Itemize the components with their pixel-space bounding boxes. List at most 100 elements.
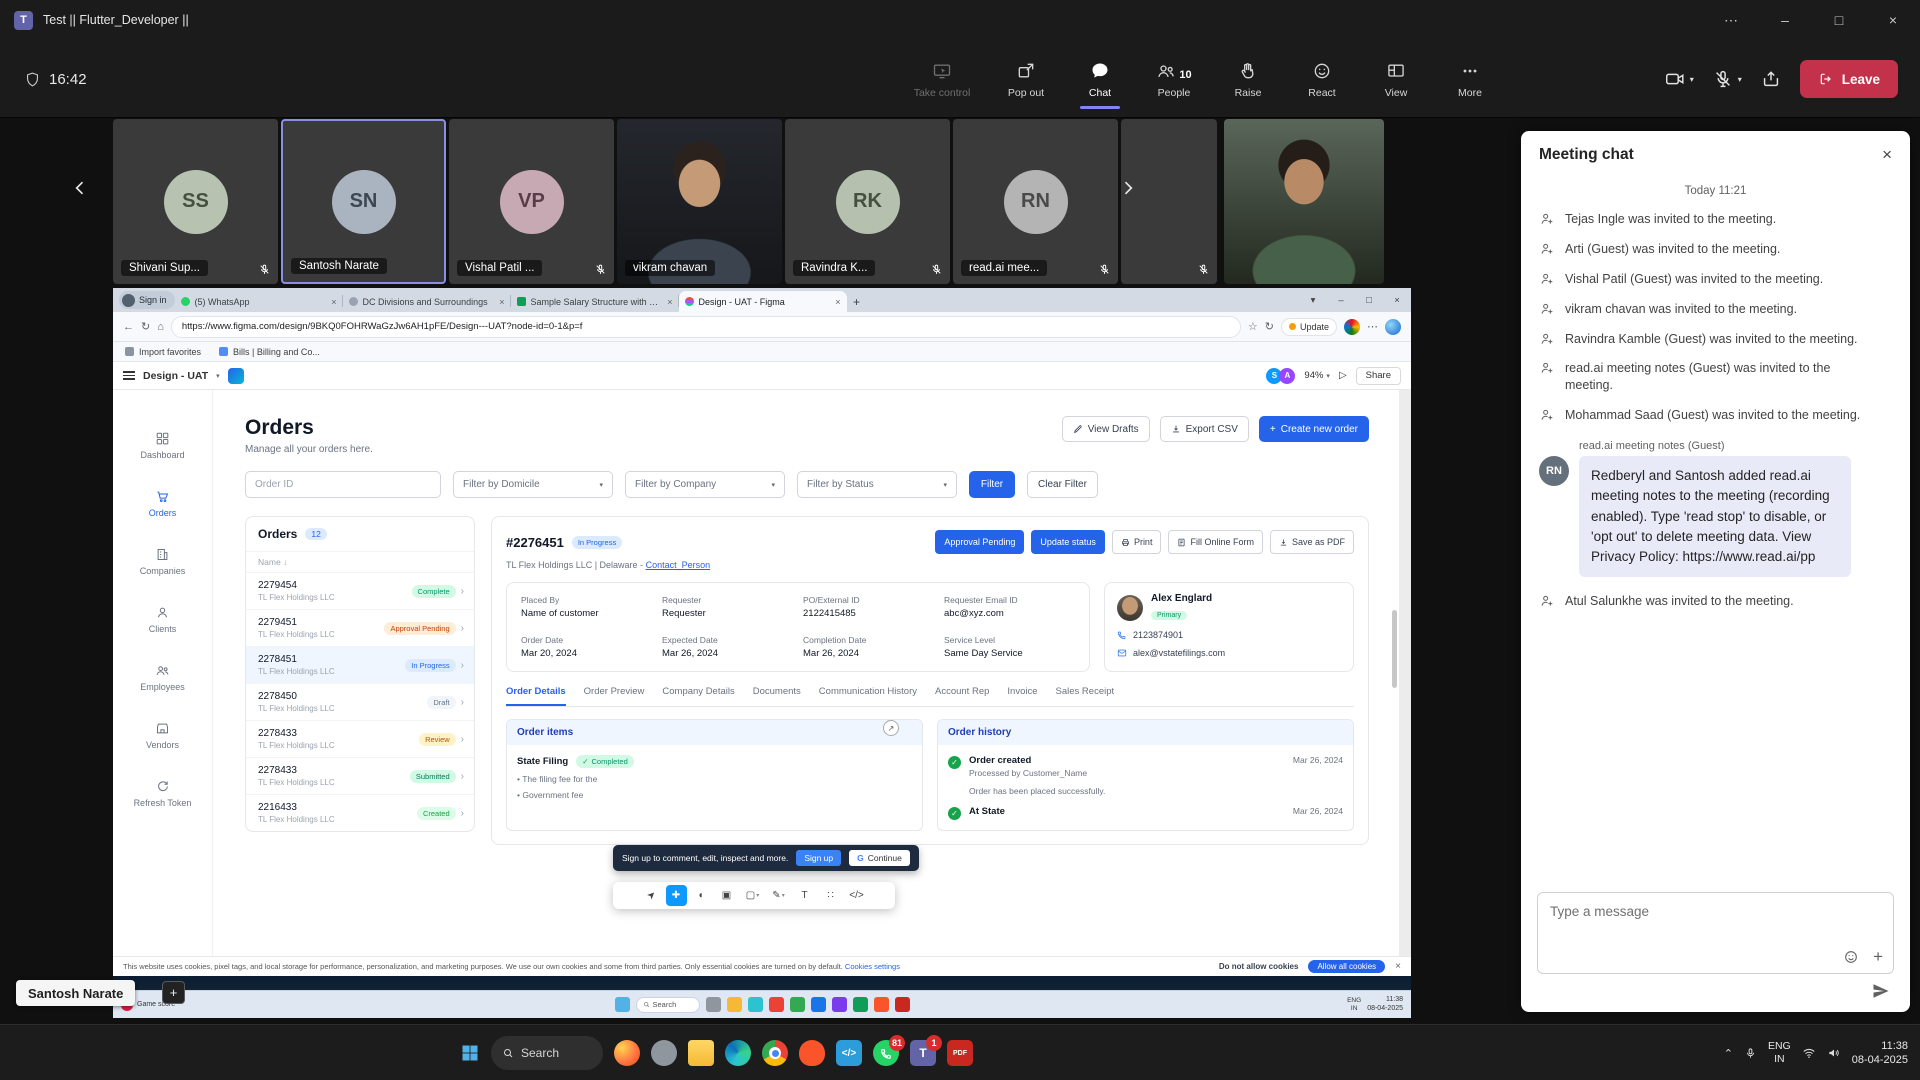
pen-tool-icon[interactable]: ✎▾ xyxy=(767,885,791,906)
cookie-close-icon[interactable]: × xyxy=(1395,961,1401,972)
favorite-import[interactable]: Import favorites xyxy=(125,347,201,357)
url-field[interactable]: https://www.figma.com/design/9BKQ0FOHRWa… xyxy=(171,316,1241,338)
tab-invoice[interactable]: Invoice xyxy=(1007,686,1037,706)
filter-button[interactable]: Filter xyxy=(969,471,1015,498)
browser-tab[interactable]: DC Divisions and Surroundings × xyxy=(343,291,511,312)
send-icon[interactable] xyxy=(1872,982,1890,1000)
tab-sales-receipt[interactable]: Sales Receipt xyxy=(1056,686,1115,706)
chat-message-input[interactable] xyxy=(1550,904,1881,919)
text-tool-icon[interactable]: T xyxy=(793,885,817,906)
participant-tile-video[interactable] xyxy=(1224,119,1384,284)
taskbar-app-icon[interactable] xyxy=(748,997,763,1012)
order-row[interactable]: 2216433TL Flex Holdings LLC Created› xyxy=(246,795,474,831)
doc-title-dropdown-icon[interactable]: ▾ xyxy=(216,372,220,380)
cookies-settings-link[interactable]: Cookies settings xyxy=(845,962,900,971)
new-tab-button[interactable]: + xyxy=(847,292,867,312)
tab-close-icon[interactable]: × xyxy=(331,297,336,307)
teams-icon[interactable]: T 1 xyxy=(910,1040,936,1066)
update-status-button[interactable]: Update status xyxy=(1031,530,1105,554)
edge-icon[interactable] xyxy=(725,1040,751,1066)
camera-dropdown-icon[interactable]: ▾ xyxy=(1690,75,1694,84)
presenter-add-button[interactable]: + xyxy=(162,981,185,1004)
start-icon[interactable] xyxy=(615,997,630,1012)
browser-tab[interactable]: Sample Salary Structure with cal: × xyxy=(511,291,679,312)
clear-filter-button[interactable]: Clear Filter xyxy=(1027,471,1098,498)
chat-message-list[interactable]: Today 11:21 Tejas Ingle was invited to t… xyxy=(1521,179,1910,892)
sidebar-item-dashboard[interactable]: Dashboard xyxy=(113,416,212,474)
order-row-selected[interactable]: 2278451TL Flex Holdings LLC In Progress› xyxy=(246,647,474,684)
order-row[interactable]: 2279451TL Flex Holdings LLC Approval Pen… xyxy=(246,610,474,647)
tray-expand-icon[interactable]: ⌃ xyxy=(1724,1047,1733,1060)
fill-online-form-button[interactable]: Fill Online Form xyxy=(1168,530,1263,554)
sidebar-item-clients[interactable]: Clients xyxy=(113,590,212,648)
mic-dropdown-icon[interactable]: ▾ xyxy=(1738,75,1742,84)
browser-profile-avatar[interactable] xyxy=(1344,319,1360,335)
mic-button[interactable]: ▾ xyxy=(1712,68,1742,90)
brave-icon[interactable] xyxy=(799,1040,825,1066)
more-button[interactable]: More xyxy=(1436,59,1504,99)
settings-icon[interactable] xyxy=(651,1040,677,1066)
favorite-bills[interactable]: Bills | Billing and Co... xyxy=(219,347,320,357)
sidebar-item-employees[interactable]: Employees xyxy=(113,648,212,706)
figma-menu-icon[interactable] xyxy=(123,371,135,380)
favorite-star-icon[interactable]: ☆ xyxy=(1248,320,1258,333)
participant-tile[interactable]: VP Vishal Patil ... xyxy=(449,119,614,284)
orders-list-column-header[interactable]: Name ↓ xyxy=(246,551,474,573)
hand-tool-icon[interactable]: ✚ xyxy=(666,885,687,906)
dev-mode-icon[interactable]: </> xyxy=(845,885,869,906)
volume-icon[interactable] xyxy=(1827,1046,1841,1060)
order-id-search-input[interactable] xyxy=(245,471,441,498)
sidebar-item-companies[interactable]: Companies xyxy=(113,532,212,590)
view-drafts-button[interactable]: View Drafts xyxy=(1062,416,1150,442)
zoom-level[interactable]: 94%▾ xyxy=(1304,370,1330,381)
browser-minimize-button[interactable]: – xyxy=(1327,288,1355,312)
continue-with-google-button[interactable]: GContinue xyxy=(849,850,910,866)
contact-person-link[interactable]: Contact_Person xyxy=(646,560,711,570)
taskbar-clock[interactable]: 11:38 08-04-2025 xyxy=(1852,1039,1908,1068)
print-button[interactable]: Print xyxy=(1112,530,1162,554)
tab-list-icon[interactable]: ▾ xyxy=(1299,288,1327,312)
taskbar-app-icon[interactable] xyxy=(727,997,742,1012)
history-icon[interactable]: ↻ xyxy=(1265,320,1274,333)
refresh-icon[interactable]: ↻ xyxy=(141,320,150,333)
taskbar-app-icon[interactable] xyxy=(895,997,910,1012)
tab-order-preview[interactable]: Order Preview xyxy=(584,686,645,706)
share-button[interactable] xyxy=(1760,68,1782,90)
shape-tool-icon[interactable]: ▢▾ xyxy=(741,885,765,906)
back-icon[interactable]: ← xyxy=(123,321,134,333)
approval-pending-button[interactable]: Approval Pending xyxy=(935,530,1024,554)
emoji-icon[interactable] xyxy=(1843,949,1859,965)
browser-tab[interactable]: (5) WhatsApp × xyxy=(175,291,343,312)
tab-close-icon[interactable]: × xyxy=(499,297,504,307)
attach-plus-icon[interactable]: + xyxy=(1873,948,1883,965)
browser-menu-icon[interactable]: ⋯ xyxy=(1367,320,1378,333)
component-tool-icon[interactable]: ∷ xyxy=(819,885,843,906)
filmstrip-scroll-right-icon[interactable] xyxy=(1118,178,1138,198)
filmstrip-scroll-left-icon[interactable] xyxy=(70,178,90,198)
home-icon[interactable]: ⌂ xyxy=(157,321,164,333)
present-icon[interactable]: ▷ xyxy=(1339,370,1347,381)
sidebar-item-refresh-token[interactable]: Refresh Token xyxy=(113,764,212,822)
participant-tile[interactable] xyxy=(1121,119,1217,284)
browser-close-button[interactable]: × xyxy=(1383,288,1411,312)
order-row[interactable]: 2278450TL Flex Holdings LLC Draft› xyxy=(246,684,474,721)
firefox-icon[interactable] xyxy=(614,1040,640,1066)
tab-close-icon[interactable]: × xyxy=(835,297,840,307)
participant-tile[interactable]: RK Ravindra K... xyxy=(785,119,950,284)
vscode-icon[interactable]: </> xyxy=(836,1040,862,1066)
export-csv-button[interactable]: Export CSV xyxy=(1160,416,1249,442)
tray-mic-icon[interactable] xyxy=(1744,1047,1757,1060)
figma-share-button[interactable]: Share xyxy=(1356,367,1401,385)
browser-tab-active[interactable]: Design - UAT - Figma × xyxy=(679,291,847,312)
titlebar-more-icon[interactable]: ⋯ xyxy=(1704,0,1758,40)
chrome-icon[interactable] xyxy=(762,1040,788,1066)
taskbar-app-icon[interactable] xyxy=(832,997,847,1012)
filter-company-select[interactable]: Filter by Company▾ xyxy=(625,471,785,498)
taskbar-app-icon[interactable] xyxy=(811,997,826,1012)
participant-tile[interactable]: SS Shivani Sup... xyxy=(113,119,278,284)
camera-button[interactable]: ▾ xyxy=(1664,68,1694,90)
filter-status-select[interactable]: Filter by Status▾ xyxy=(797,471,957,498)
save-as-pdf-button[interactable]: Save as PDF xyxy=(1270,530,1354,554)
sign-up-button[interactable]: Sign up xyxy=(796,850,841,866)
tab-communication-history[interactable]: Communication History xyxy=(819,686,917,706)
